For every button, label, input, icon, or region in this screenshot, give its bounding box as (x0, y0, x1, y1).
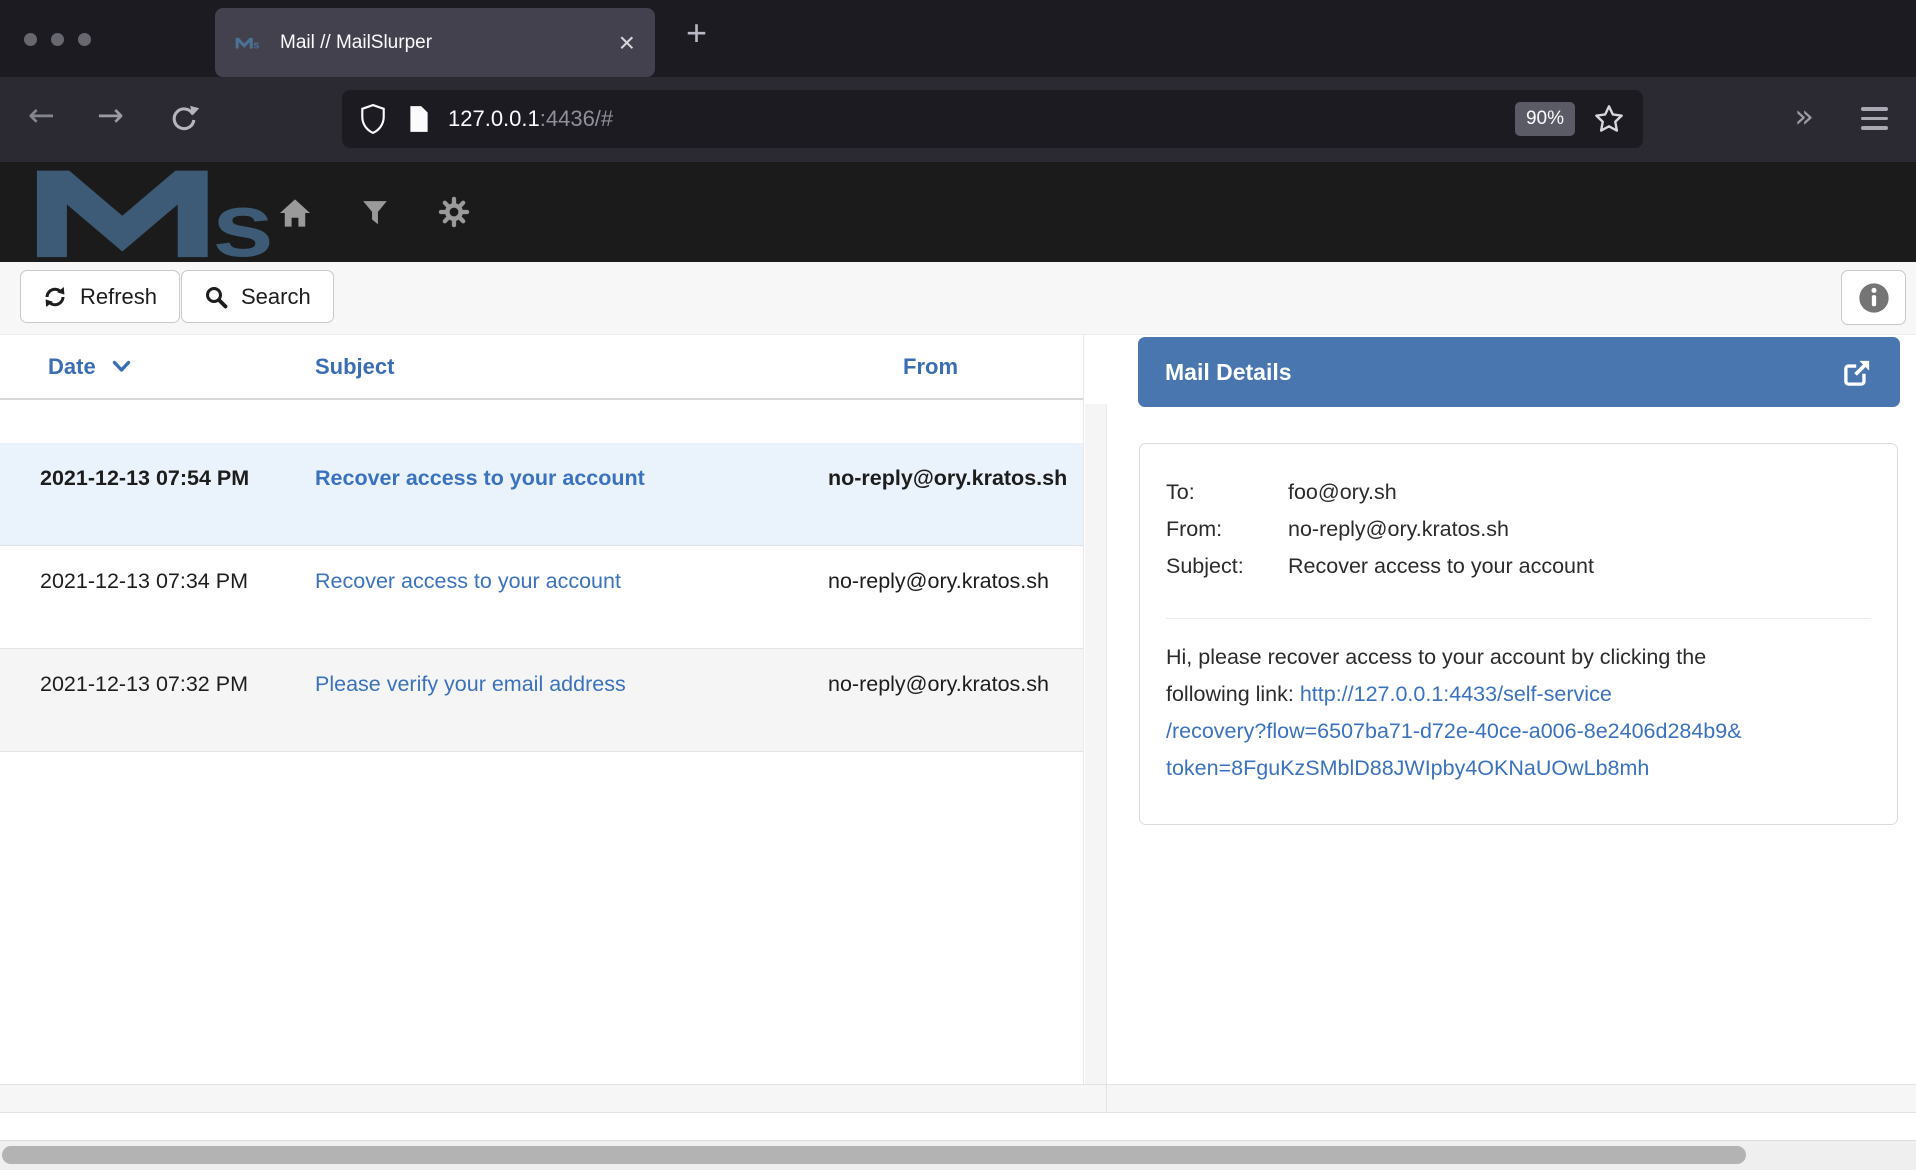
reload-icon (168, 104, 200, 136)
from-value: no-reply@ory.kratos.sh (1288, 511, 1871, 548)
horizontal-scrollbar-thumb[interactable] (2, 1146, 1746, 1164)
tab-title: Mail // MailSlurper (280, 32, 619, 54)
screen: s Mail // MailSlurper × + ← → (0, 0, 1916, 1170)
svg-text:s: s (253, 39, 259, 51)
footer-strip (0, 1085, 1916, 1113)
window-control-dot[interactable] (24, 33, 37, 46)
tab-close-icon[interactable]: × (619, 29, 635, 57)
mail-row[interactable]: 2021-12-13 07:32 PM Please verify your e… (0, 649, 1083, 752)
zoom-level-badge[interactable]: 90% (1515, 102, 1575, 136)
reload-button[interactable] (168, 104, 200, 144)
recovery-link[interactable]: /recovery?flow=6507ba71-d72e-40ce-a006-8… (1166, 713, 1871, 750)
mail-date: 2021-12-13 07:54 PM (40, 460, 252, 545)
horizontal-scrollbar (0, 1141, 1916, 1170)
sort-chevron-down-icon (112, 360, 131, 373)
url-bar[interactable]: 127.0.0.1:4436/# 90% (342, 90, 1643, 148)
browser-nav-bar: ← → 127.0.0.1:4436/# 90% (0, 77, 1916, 162)
bookmark-star-icon[interactable] (1593, 103, 1625, 135)
mail-details-title: Mail Details (1165, 359, 1842, 386)
refresh-button[interactable]: Refresh (20, 270, 180, 323)
mail-list-header: Date Subject From (0, 335, 1083, 400)
mail-body: Hi, please recover access to your accoun… (1166, 639, 1871, 787)
recovery-link[interactable]: token=8FguKzSMblD88JWIpby4OKNaUOwLb8mh (1166, 750, 1871, 787)
body-text-line: following link: http://127.0.0.1:4433/se… (1166, 676, 1871, 713)
subject-value: Recover access to your account (1288, 548, 1871, 585)
mail-from: no-reply@ory.kratos.sh (828, 460, 1070, 545)
info-icon (1858, 282, 1890, 314)
new-tab-button[interactable]: + (686, 12, 707, 54)
search-label: Search (241, 284, 311, 310)
settings-icon[interactable] (438, 196, 470, 228)
mail-subject-link[interactable]: Please verify your email address (315, 672, 626, 696)
page-info-icon[interactable] (408, 105, 430, 133)
mailslurper-favicon-icon: s (235, 32, 265, 54)
mail-list-panel: Date Subject From 2021-12-13 07:54 PM Re… (0, 335, 1084, 1084)
forward-button[interactable]: → (97, 96, 124, 134)
body-text-line: Hi, please recover access to your accoun… (1166, 639, 1871, 676)
url-host: 127.0.0.1 (448, 106, 540, 132)
mail-details-header: Mail Details (1138, 337, 1900, 407)
url-path: :4436/# (540, 106, 613, 132)
column-header-date[interactable]: Date (48, 354, 315, 380)
home-icon[interactable] (278, 198, 312, 228)
mail-row-selected[interactable]: 2021-12-13 07:54 PM Recover access to yo… (0, 443, 1083, 546)
to-label: To: (1166, 474, 1288, 511)
field-subject: Subject: Recover access to your account (1166, 548, 1871, 585)
footer-strip (0, 1113, 1916, 1141)
info-button[interactable] (1841, 270, 1906, 325)
menu-hamburger-icon[interactable] (1861, 107, 1888, 130)
subject-label: Subject: (1166, 548, 1288, 585)
mail-from: no-reply@ory.kratos.sh (828, 563, 1070, 648)
mail-details-card: To: foo@ory.sh From: no-reply@ory.kratos… (1139, 443, 1898, 825)
mail-date: 2021-12-13 07:32 PM (40, 666, 252, 751)
app-toolbar: Refresh Search (0, 262, 1916, 335)
column-header-from[interactable]: From (828, 354, 1083, 380)
mail-row[interactable]: 2021-12-13 07:34 PM Recover access to yo… (0, 546, 1083, 649)
browser-tab-bar: s Mail // MailSlurper × + (0, 0, 1916, 77)
mail-subject-link[interactable]: Recover access to your account (315, 466, 645, 490)
field-to: To: foo@ory.sh (1166, 474, 1871, 511)
field-from: From: no-reply@ory.kratos.sh (1166, 511, 1871, 548)
column-header-subject[interactable]: Subject (315, 354, 828, 380)
browser-tab[interactable]: s Mail // MailSlurper × (215, 8, 655, 77)
search-icon (204, 285, 228, 309)
shield-icon[interactable] (360, 104, 386, 134)
toolbar-overflow-button[interactable]: » (1794, 97, 1814, 135)
panel-divider (1085, 404, 1107, 1084)
search-button[interactable]: Search (181, 270, 334, 323)
refresh-label: Refresh (80, 284, 157, 310)
main-content: Date Subject From 2021-12-13 07:54 PM Re… (0, 335, 1916, 1085)
mail-date: 2021-12-13 07:34 PM (40, 563, 252, 648)
open-external-icon[interactable] (1842, 357, 1873, 388)
mail-rows: 2021-12-13 07:54 PM Recover access to yo… (0, 443, 1083, 752)
back-button[interactable]: ← (28, 96, 55, 134)
mail-from: no-reply@ory.kratos.sh (828, 666, 1070, 751)
to-value: foo@ory.sh (1288, 474, 1871, 511)
refresh-icon (43, 285, 67, 309)
mail-details-panel: Mail Details To: foo@ory.sh From: no-re (1107, 335, 1916, 1084)
filter-icon[interactable] (362, 200, 388, 226)
card-divider (1166, 618, 1871, 619)
window-control-dot[interactable] (78, 33, 91, 46)
app-header: s (0, 162, 1916, 262)
recovery-link[interactable]: http://127.0.0.1:4433/self-service (1300, 682, 1612, 706)
window-controls[interactable] (24, 33, 91, 46)
svg-text:s: s (212, 176, 274, 259)
mail-subject-link[interactable]: Recover access to your account (315, 569, 621, 593)
from-label: From: (1166, 511, 1288, 548)
window-control-dot[interactable] (51, 33, 64, 46)
